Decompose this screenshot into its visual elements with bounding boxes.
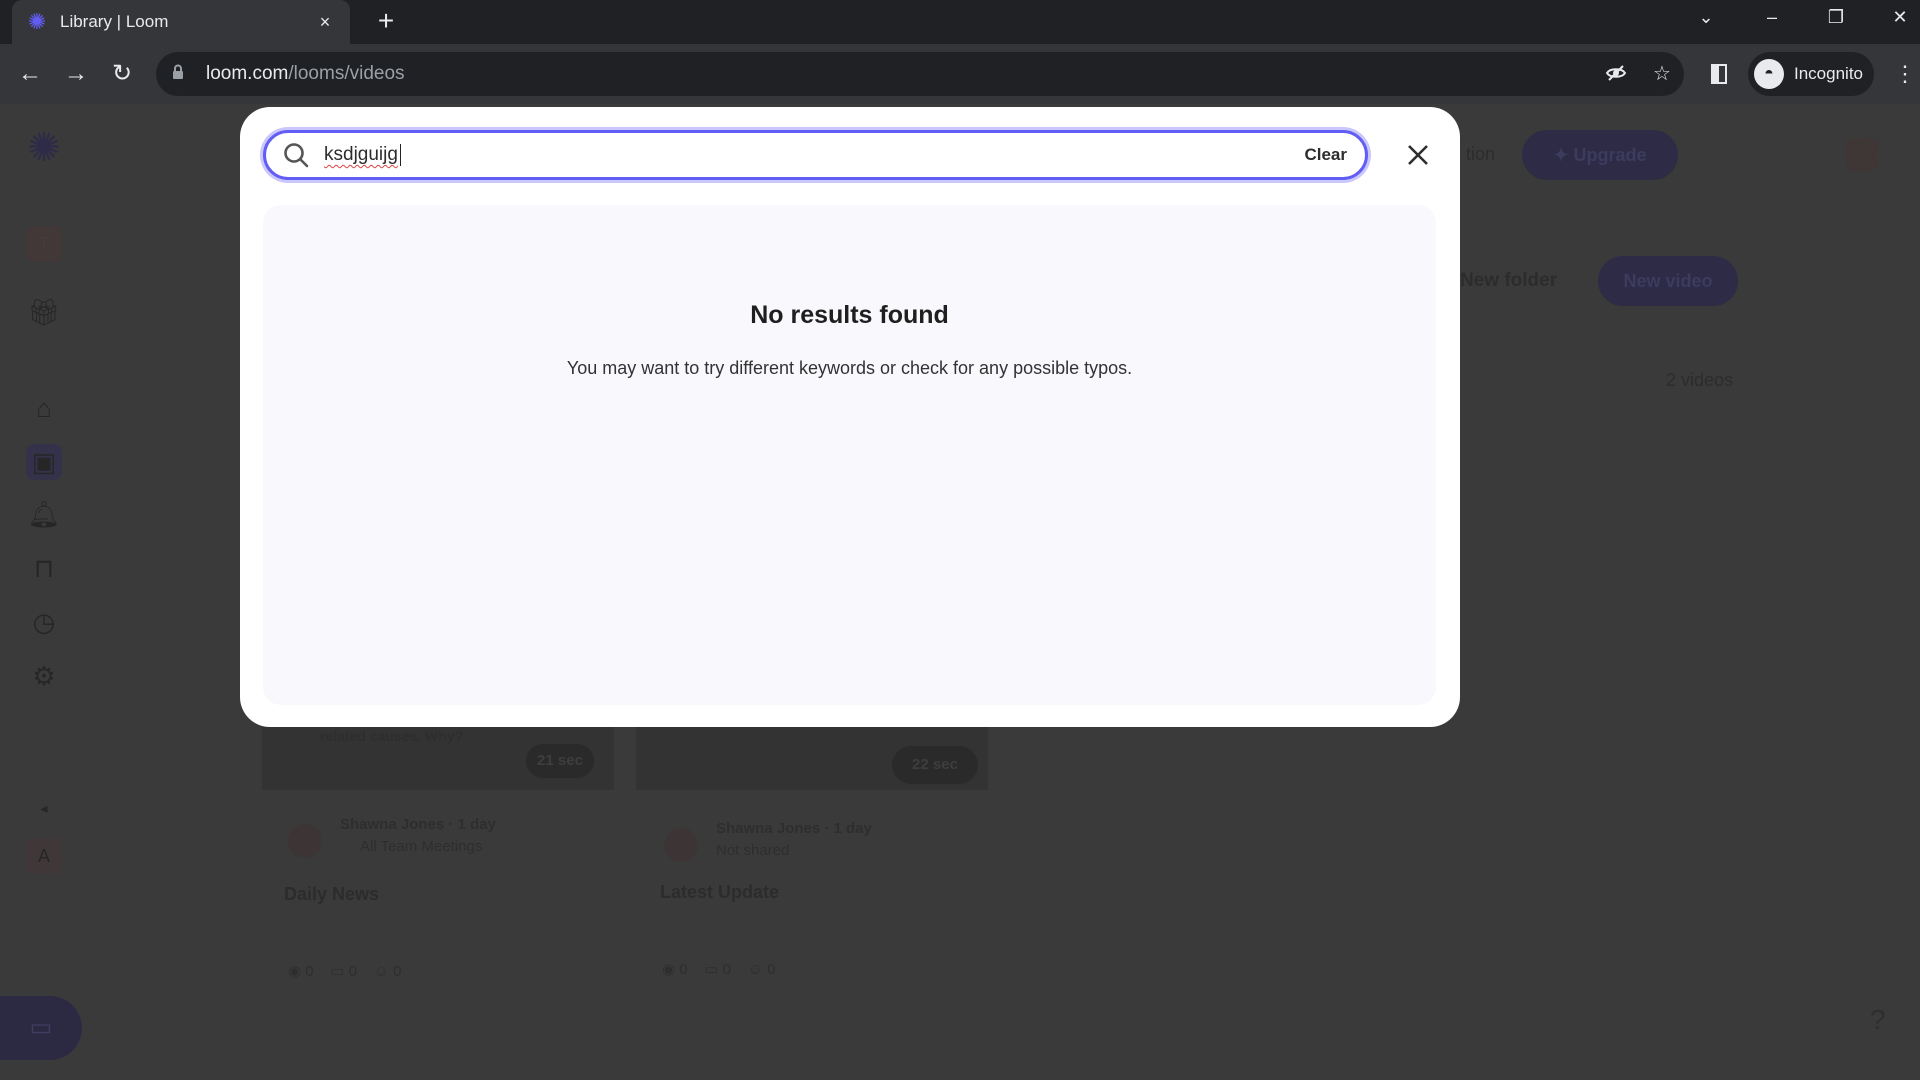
help-button[interactable]: ?	[1870, 1004, 1886, 1036]
upgrade-label: Upgrade	[1573, 145, 1647, 165]
incognito-icon: ◓	[1754, 59, 1784, 89]
collapse-chevron-icon[interactable]: ◂	[26, 790, 62, 826]
search-results-panel: No results found You may want to try dif…	[263, 205, 1436, 705]
search-icon	[282, 141, 310, 169]
side-panel-icon[interactable]	[1708, 61, 1730, 87]
duration-badge: 22 sec	[892, 746, 978, 784]
empty-state-title: No results found	[750, 301, 949, 329]
forward-button[interactable]: →	[60, 58, 92, 90]
history-clock-icon[interactable]: ◷	[26, 604, 62, 640]
eye-off-icon[interactable]	[1604, 62, 1628, 86]
browser-tab[interactable]: ✺ Library | Loom ×	[12, 0, 350, 44]
window-close-button[interactable]: ✕	[1872, 0, 1920, 34]
browser-toolbar: ← → ↻ loom.com/looms/videos ☆ ◓ Incognit…	[0, 44, 1920, 104]
reactions-count: 0	[393, 963, 402, 980]
search-query-text[interactable]: ksdjguijg	[324, 144, 1304, 166]
settings-gear-icon[interactable]: ⚙	[26, 658, 62, 694]
url-path: /looms/videos	[288, 63, 405, 84]
workspace-avatar[interactable]: T	[26, 226, 62, 262]
author-name: Shawna Jones · 1 day	[716, 820, 872, 837]
author-avatar	[288, 824, 322, 858]
bookmark-star-icon[interactable]: ☆	[1650, 62, 1674, 86]
video-stats: ◉ 0 ▭ 0 ☺ 0	[288, 962, 401, 980]
video-count: 2 videos	[1666, 370, 1734, 390]
browser-tab-bar: ✺ Library | Loom × + ⌄ – ❐ ✕	[0, 0, 1920, 44]
reactions-icon: ☺	[373, 963, 394, 980]
search-modal: ksdjguijg Clear No results found You may…	[240, 107, 1460, 727]
header-link[interactable]: tion	[1466, 144, 1495, 165]
camera-icon: ▭	[29, 1014, 53, 1041]
video-location[interactable]: All Team Meetings	[360, 838, 482, 855]
close-icon[interactable]	[1400, 137, 1436, 173]
clear-button[interactable]: Clear	[1304, 145, 1347, 165]
author-label: Shawna Jones	[340, 816, 445, 833]
lock-icon	[172, 64, 194, 84]
tab-search-icon[interactable]: ⌄	[1678, 0, 1734, 34]
loom-logo-icon[interactable]: ✺	[26, 128, 62, 168]
reactions-icon: ☺	[747, 961, 768, 978]
video-title[interactable]: Latest Update	[660, 882, 779, 903]
incognito-label: Incognito	[1794, 64, 1863, 83]
restore-button[interactable]: ❐	[1808, 0, 1864, 34]
video-location[interactable]: Not shared	[716, 842, 789, 859]
comments-icon: ▭	[704, 961, 723, 978]
gift-icon[interactable]: 🎁︎	[26, 294, 62, 330]
views-icon: ◉	[662, 961, 680, 978]
upgrade-button[interactable]: ✦ Upgrade	[1522, 130, 1678, 180]
reload-button[interactable]: ↻	[106, 58, 138, 90]
tab-title: Library | Loom	[60, 12, 169, 31]
sparkle-icon: ✦	[1553, 145, 1574, 165]
new-folder-button[interactable]: New folder	[1460, 270, 1557, 292]
user-avatar[interactable]: A	[26, 838, 62, 874]
record-button[interactable]: ▭	[0, 996, 82, 1060]
back-button[interactable]: ←	[14, 58, 46, 90]
url-text: loom.com/looms/videos	[206, 63, 405, 85]
url-host: loom.com	[206, 63, 289, 84]
video-age: 1 day	[833, 820, 872, 837]
thumbnail-caption: related causes. Why?	[320, 728, 464, 744]
address-bar[interactable]: loom.com/looms/videos ☆	[156, 52, 1684, 96]
author-avatar	[664, 828, 698, 862]
comments-count: 0	[348, 963, 357, 980]
incognito-profile[interactable]: ◓ Incognito	[1748, 52, 1874, 96]
search-input[interactable]: ksdjguijg Clear	[263, 130, 1368, 180]
tab-close-icon[interactable]: ×	[314, 12, 336, 33]
header-avatar[interactable]	[1846, 138, 1878, 172]
minimize-button[interactable]: –	[1744, 0, 1800, 34]
browser-menu-icon[interactable]: ⋮	[1894, 58, 1916, 90]
author-label: Shawna Jones	[716, 820, 821, 837]
empty-state-message: You may want to try different keywords o…	[566, 358, 1133, 378]
views-count: 0	[679, 961, 688, 978]
video-stats: ◉ 0 ▭ 0 ☺ 0	[662, 960, 775, 978]
new-tab-button[interactable]: +	[370, 6, 402, 38]
video-title[interactable]: Daily News	[284, 884, 379, 905]
views-count: 0	[305, 963, 314, 980]
video-age: 1 day	[457, 816, 496, 833]
reactions-count: 0	[767, 961, 776, 978]
home-icon[interactable]: ⌂	[26, 390, 62, 426]
author-name: Shawna Jones · 1 day	[340, 816, 496, 833]
duration-badge: 21 sec	[526, 744, 594, 778]
bookmark-icon[interactable]: ⊓	[26, 550, 62, 586]
views-icon: ◉	[288, 963, 306, 980]
loom-logo-icon: ✺	[27, 9, 47, 34]
library-icon[interactable]: ▣	[26, 444, 62, 480]
comments-count: 0	[722, 961, 731, 978]
new-video-button[interactable]: New video	[1598, 256, 1738, 306]
notifications-bell-icon[interactable]: 🔔︎	[26, 496, 62, 532]
comments-icon: ▭	[330, 963, 349, 980]
